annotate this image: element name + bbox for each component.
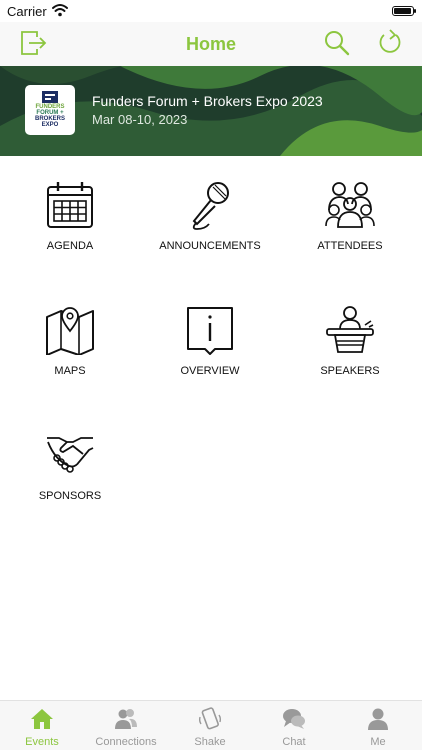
attendees-label: ATTENDEES: [317, 240, 383, 252]
microphone-icon: [192, 182, 229, 230]
info-icon: [187, 307, 233, 355]
battery-icon: [392, 6, 416, 16]
status-bar: Carrier: [0, 0, 422, 22]
search-button[interactable]: [322, 28, 352, 58]
carrier-label: Carrier: [7, 4, 47, 19]
overview-button[interactable]: OVERVIEW: [150, 305, 270, 395]
event-logo-text: FUNDERS FORUM + BROKERS EXPO: [34, 104, 65, 128]
tab-connections[interactable]: Connections: [84, 701, 168, 750]
tab-bar: Events Connections Shake Chat Me: [0, 700, 422, 750]
maps-button[interactable]: MAPS: [10, 305, 130, 395]
event-banner[interactable]: FUNDERS FORUM + BROKERS EXPO Funders For…: [0, 66, 422, 156]
sponsors-label: SPONSORS: [38, 490, 102, 502]
tab-connections-label: Connections: [95, 736, 157, 748]
maps-label: MAPS: [54, 365, 86, 377]
house-icon: [31, 709, 53, 729]
nav-bar: Home: [0, 22, 422, 66]
agenda-button[interactable]: AGENDA: [10, 180, 130, 270]
event-title: Funders Forum + Brokers Expo 2023: [92, 93, 323, 109]
wifi-icon: [52, 4, 68, 17]
event-dates: Mar 08-10, 2023: [92, 112, 188, 127]
page-title: Home: [185, 34, 236, 54]
tab-chat-label: Chat: [282, 736, 306, 748]
tab-shake[interactable]: Shake: [168, 701, 252, 750]
search-icon: [325, 31, 350, 56]
refresh-icon: [379, 29, 401, 53]
chat-bubbles-icon: [283, 709, 305, 729]
announcements-label: ANNOUNCEMENTS: [159, 240, 261, 252]
tab-events-label: Events: [25, 736, 59, 748]
handshake-icon: [47, 437, 94, 473]
tab-chat[interactable]: Chat: [252, 701, 336, 750]
agenda-label: AGENDA: [46, 240, 94, 252]
battery-fill: [394, 8, 412, 14]
speakers-label: SPEAKERS: [320, 365, 380, 377]
announcements-button[interactable]: ANNOUNCEMENTS: [150, 180, 270, 270]
connections-icon: [115, 709, 137, 729]
people-group-icon: [325, 182, 375, 228]
map-pin-icon: [46, 307, 94, 355]
speakers-button[interactable]: SPEAKERS: [290, 305, 410, 395]
tab-me-label: Me: [370, 736, 386, 748]
attendees-button[interactable]: ATTENDEES: [290, 180, 410, 270]
overview-label: OVERVIEW: [180, 365, 240, 377]
shake-phone-icon: [198, 707, 222, 730]
refresh-button[interactable]: [375, 28, 405, 58]
calendar-icon: [47, 182, 93, 228]
sponsors-button[interactable]: SPONSORS: [10, 430, 130, 520]
tab-me[interactable]: Me: [336, 701, 420, 750]
person-icon: [368, 708, 388, 730]
tab-shake-label: Shake: [194, 736, 226, 748]
event-logo: FUNDERS FORUM + BROKERS EXPO: [25, 85, 75, 135]
tab-events[interactable]: Events: [0, 701, 84, 750]
flag-logo-icon: [42, 91, 58, 103]
podium-icon: [326, 306, 374, 353]
